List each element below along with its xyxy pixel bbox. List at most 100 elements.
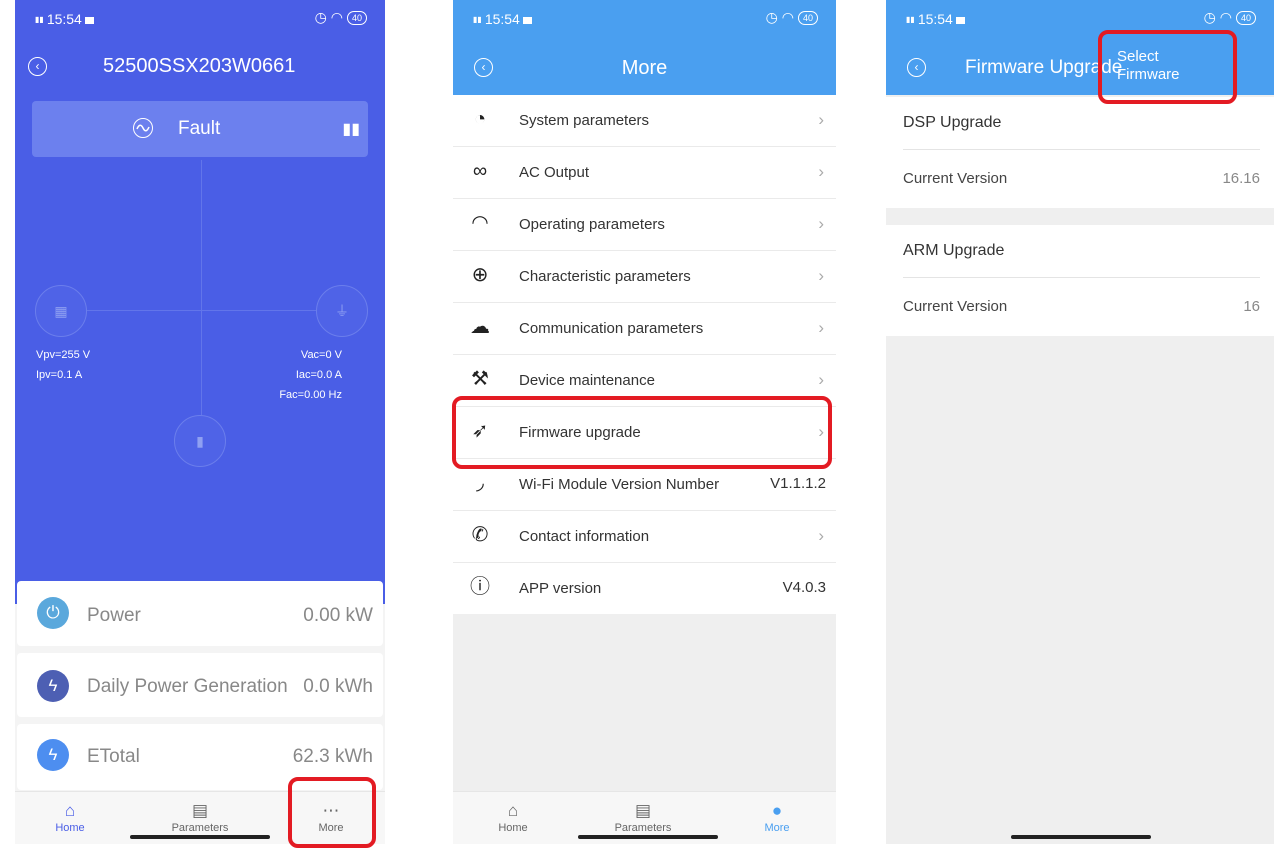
inverter-icon: ▮ <box>174 415 226 467</box>
document-icon: ▤ <box>634 801 652 820</box>
tab-home[interactable]: ⌂ Home <box>35 800 105 834</box>
wifi-signal-icon: ◞ <box>476 472 484 494</box>
status-bar: ▮▮ 15:54 ◷ ◠ 40 <box>15 0 385 38</box>
alarm-icon: ◷ <box>314 9 327 25</box>
dsp-upgrade-heading[interactable]: DSP Upgrade <box>903 97 1260 150</box>
firmware-upgrade-screen: ▮▮ 15:54 ◷ ◠ 40 ‹ Firmware Upgrade Select … <box>886 0 1274 844</box>
menu-characteristic-parameters[interactable]: ⊕ Characteristic parameters › <box>453 251 836 303</box>
status-bar: ▮▮ 15:54 ◷ ◠ 40 <box>453 0 836 38</box>
home-indicator <box>130 835 270 839</box>
home-indicator <box>578 835 718 839</box>
network-icon: ▮▮ <box>35 15 44 25</box>
flow-line <box>201 160 202 310</box>
back-icon[interactable]: ‹ <box>907 58 926 77</box>
home-icon: ⌂ <box>64 801 76 820</box>
back-icon[interactable]: ‹ <box>28 57 47 76</box>
clock-icon: ◔ <box>473 108 487 130</box>
network-icon: ▮▮ <box>906 15 915 25</box>
more-menu: ◔ System parameters › ∞ AC Output › ◠ Op… <box>453 95 836 614</box>
lightning-icon: ϟ <box>37 739 69 771</box>
flow-line <box>201 310 202 415</box>
network-icon: ▮▮ <box>473 15 482 25</box>
wifi-icon: ◠ <box>781 9 794 25</box>
cloud-upload-icon: ☁ <box>470 316 490 338</box>
chevron-right-icon: › <box>818 266 824 285</box>
etotal-label: ETotal <box>87 746 140 767</box>
signal-icon <box>522 16 532 24</box>
iac-reading: Iac=0.0 A <box>295 369 342 381</box>
more-dots-icon: ● <box>771 801 783 820</box>
arm-version-value: 16 <box>1243 298 1260 315</box>
tab-parameters[interactable]: ▤ Parameters <box>608 800 678 834</box>
ipv-reading: Ipv=0.1 A <box>36 369 83 381</box>
pv-readings: Vpv=255 V Ipv=0.1 A <box>36 345 90 385</box>
chevron-right-icon: › <box>818 162 824 181</box>
info-icon: ⓘ <box>470 576 490 598</box>
crosshair-icon: ⊕ <box>471 264 489 286</box>
highlight-select-firmware <box>1098 30 1237 104</box>
fault-status-card[interactable]: Fault ▮▮ <box>32 101 368 157</box>
lightning-icon: ϟ <box>37 670 69 702</box>
status-wave-icon <box>133 118 153 138</box>
vpv-reading: Vpv=255 V <box>36 349 91 361</box>
tab-parameters[interactable]: ▤ Parameters <box>165 800 235 834</box>
highlight-firmware-upgrade <box>452 396 832 469</box>
battery-icon: 40 <box>797 11 818 26</box>
arm-upgrade-heading[interactable]: ARM Upgrade <box>903 225 1260 278</box>
page-title: More <box>621 57 668 79</box>
home-screen: ▮▮ 15:54 ◷ ◠ 40 ‹ 52500SSX203W0661 Fault ▮… <box>15 0 385 844</box>
flow-line <box>85 310 325 311</box>
solar-panel-icon: ▦ <box>35 285 87 337</box>
daily-generation-card[interactable]: ϟ Daily Power Generation 0.0 kWh <box>17 653 383 717</box>
dsp-version-value: 16.16 <box>1222 170 1260 187</box>
chevron-right-icon: › <box>818 214 824 233</box>
daily-generation-label: Daily Power Generation <box>87 676 288 697</box>
daily-generation-value: 0.0 kWh <box>303 676 373 697</box>
wrench-icon: ⚒ <box>471 368 489 390</box>
menu-app-version: ⓘ APP version V4.0.3 <box>453 563 836 614</box>
gauge-icon: ◠ <box>471 212 489 234</box>
menu-operating-parameters[interactable]: ◠ Operating parameters › <box>453 199 836 251</box>
home-indicator <box>1011 835 1151 839</box>
manual-book-icon[interactable]: ▮▮ <box>342 119 360 139</box>
wifi-icon: ◠ <box>330 9 343 25</box>
wifi-icon: ◠ <box>1219 9 1232 25</box>
menu-communication-parameters[interactable]: ☁ Communication parameters › <box>453 303 836 355</box>
arm-upgrade-section: ARM Upgrade Current Version 16 <box>886 225 1274 336</box>
power-icon: ⏻ <box>37 597 69 629</box>
menu-ac-output[interactable]: ∞ AC Output › <box>453 147 836 199</box>
fac-reading: Fac=0.00 Hz <box>279 389 342 401</box>
ac-readings: Vac=0 V Iac=0.0 A Fac=0.00 Hz <box>279 345 342 405</box>
alarm-icon: ◷ <box>765 9 778 25</box>
dsp-upgrade-section: DSP Upgrade Current Version 16.16 <box>886 97 1274 208</box>
menu-contact-information[interactable]: ✆ Contact information › <box>453 511 836 563</box>
chevron-right-icon: › <box>818 370 824 389</box>
chevron-right-icon: › <box>818 318 824 337</box>
chevron-right-icon: › <box>818 110 824 129</box>
device-id-title: 52500SSX203W0661 <box>103 55 296 77</box>
power-label: Power <box>87 605 141 626</box>
grid-tower-icon: ⏚ <box>316 285 368 337</box>
battery-icon: 40 <box>1235 11 1256 26</box>
app-version-value: V4.0.3 <box>782 579 826 596</box>
link-icon: ∞ <box>472 160 488 182</box>
menu-system-parameters[interactable]: ◔ System parameters › <box>453 95 836 147</box>
alarm-icon: ◷ <box>1203 9 1216 25</box>
dsp-current-version-row: Current Version 16.16 <box>903 150 1260 208</box>
signal-icon <box>955 16 965 24</box>
power-value: 0.00 kW <box>303 605 373 626</box>
signal-icon <box>84 16 94 24</box>
fault-label: Fault <box>178 118 221 139</box>
home-icon: ⌂ <box>507 801 519 820</box>
document-icon: ▤ <box>191 801 209 820</box>
highlight-more-tab <box>288 777 376 848</box>
etotal-value: 62.3 kWh <box>292 746 373 767</box>
wifi-module-version-value: V1.1.1.2 <box>770 475 826 492</box>
battery-icon: 40 <box>346 11 367 26</box>
tab-home[interactable]: ⌂ Home <box>478 800 548 834</box>
power-card[interactable]: ⏻ Power 0.00 kW <box>17 581 383 646</box>
chevron-right-icon: › <box>818 526 824 545</box>
tab-more[interactable]: ● More <box>742 800 812 834</box>
phone-icon: ✆ <box>471 524 489 546</box>
arm-current-version-row: Current Version 16 <box>903 278 1260 336</box>
